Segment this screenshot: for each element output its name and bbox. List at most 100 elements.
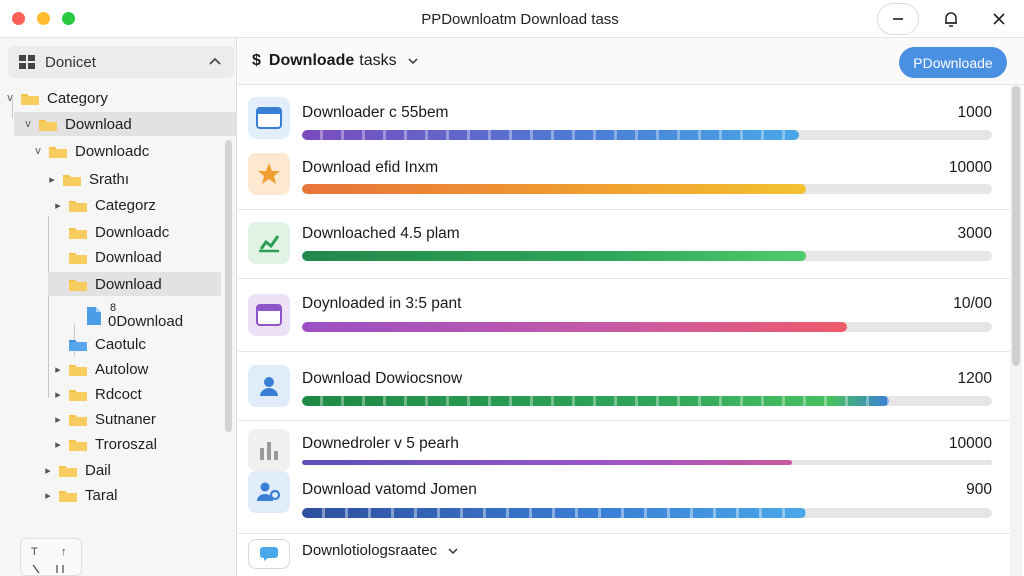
star-icon: [248, 153, 290, 195]
tree-item-label: Dail: [85, 461, 111, 479]
task-row[interactable]: Doynloaded in 3:5 pant 10/00: [238, 279, 1010, 351]
folder-icon: [69, 227, 87, 239]
sidebar-scrollbar[interactable]: [225, 140, 232, 432]
tree-item-srathi[interactable]: ▸ Srathı: [46, 167, 129, 191]
task-name: Download Dowiocsnow: [302, 370, 463, 387]
tree-item-label: 0Download: [108, 313, 184, 330]
task-row[interactable]: Downloached 4.5 plam 3000: [238, 210, 1010, 278]
progress-fill: [302, 184, 806, 194]
task-row[interactable]: Download Dowiocsnow 1200: [238, 352, 1010, 420]
tree-item-sutnaner[interactable]: ▸ Sutnaner: [52, 407, 156, 431]
sidebar: Donicet v Category v Download v Download…: [0, 38, 237, 576]
chevron-up-icon: [209, 57, 221, 65]
tree-item-downloadc-2[interactable]: Downloadc: [52, 220, 169, 244]
folder-icon: [69, 439, 87, 451]
tree-item-label: Categorz: [95, 196, 156, 214]
progress-bar: [302, 130, 992, 140]
task-name: Downloached 4.5 plam: [302, 225, 460, 242]
close-button[interactable]: [984, 4, 1014, 34]
tree-item-autolow[interactable]: ▸ Autolow: [52, 357, 148, 381]
folder-icon: [69, 252, 87, 264]
expand-toggle[interactable]: ▸: [46, 173, 58, 186]
tree-item-troroszal[interactable]: ▸ Troroszal: [52, 432, 157, 456]
tree-item-taral[interactable]: ▸ Taral: [42, 483, 118, 507]
chevron-down-icon: [408, 58, 418, 65]
browser-icon: [248, 294, 290, 336]
expand-toggle[interactable]: v: [32, 145, 44, 157]
progress-fill: [302, 460, 792, 465]
main-panel: $ Downloade tasks PDownloade Downloader …: [238, 38, 1024, 576]
close-icon: [993, 13, 1005, 25]
notifications-button[interactable]: [936, 4, 966, 34]
task-count: 10000: [948, 435, 992, 452]
tree-item-rdcoct[interactable]: ▸ Rdcoct: [52, 382, 142, 406]
task-row[interactable]: Download efid Inxm 10000: [238, 148, 1010, 208]
tree-item-label: Downloadc: [95, 223, 170, 241]
expand-toggle[interactable]: ▸: [52, 413, 64, 426]
tree-item-label: Downloadc: [75, 142, 150, 160]
dollar-icon: $: [252, 52, 261, 69]
tree-item-label: Srathı: [89, 170, 130, 188]
task-name: Downedroler v 5 pearh: [302, 435, 459, 452]
progress-bar: [302, 184, 992, 194]
folder-icon: [69, 414, 87, 426]
sidebar-header[interactable]: Donicet: [8, 46, 234, 78]
tree-item-label: Autolow: [95, 360, 149, 378]
tree-item-label: Category: [47, 89, 108, 107]
task-count: 3000: [957, 225, 992, 242]
folder-icon: [69, 389, 87, 401]
tree-item-dail[interactable]: ▸ Dail: [42, 458, 111, 482]
tasks-title-rest: tasks: [359, 52, 397, 69]
folder-icon: [49, 146, 67, 158]
task-count: 10/00: [953, 295, 992, 312]
folder-icon: [69, 279, 87, 291]
sidebar-header-label: Donicet: [45, 53, 96, 71]
minimize-button[interactable]: [877, 3, 919, 35]
tree-item-download-2[interactable]: Download: [52, 245, 162, 269]
expand-toggle[interactable]: ▸: [52, 388, 64, 401]
folder-blue-icon: [69, 339, 87, 351]
tree-item-label: Rdcoct: [95, 385, 142, 403]
window-icon: [248, 97, 290, 139]
download-button[interactable]: PDownloade: [899, 47, 1007, 78]
sidebar-mini-toolbar[interactable]: T ↑: [20, 538, 82, 576]
tasks-title-bold: Downloade: [268, 52, 355, 69]
user-icon: [248, 365, 290, 407]
expand-toggle[interactable]: ▸: [52, 199, 64, 212]
task-row[interactable]: Download vatomd Jomen 900: [238, 467, 1010, 527]
expand-toggle[interactable]: ▸: [42, 489, 54, 502]
progress-bar: [302, 396, 992, 406]
expand-toggle[interactable]: v: [4, 92, 16, 104]
expand-toggle[interactable]: v: [22, 118, 34, 130]
task-row[interactable]: Downedroler v 5 pearh 10000: [238, 421, 1010, 471]
tasks-dropdown[interactable]: $ Downloade tasks: [252, 52, 419, 70]
window-title: PPDownloatm Download tass: [421, 11, 619, 28]
footer-label: Downlotiologsraatec: [302, 542, 438, 559]
task-row[interactable]: Downloader c 55bem 1000: [238, 90, 1010, 148]
tree-item-label: Taral: [85, 486, 118, 504]
progress-fill: [302, 508, 806, 518]
footer-dropdown[interactable]: Downlotiologsraatec: [302, 542, 459, 559]
folder-icon: [63, 174, 81, 186]
task-name: Downloader c 55bem: [302, 104, 449, 121]
folder-icon: [59, 490, 77, 502]
expand-toggle[interactable]: ▸: [52, 438, 64, 451]
folder-icon: [59, 465, 77, 477]
tree-item-download-selected[interactable]: Download: [48, 272, 221, 296]
progress-bar: [302, 508, 992, 518]
main-scrollbar[interactable]: [1010, 86, 1022, 576]
expand-toggle[interactable]: ▸: [42, 464, 54, 477]
tree-item-label: Caotulc: [95, 335, 146, 353]
folder-icon: [21, 93, 39, 105]
tree-item-downloadc[interactable]: v Downloadc: [32, 139, 149, 163]
tree-item-categorz[interactable]: ▸ Categorz: [52, 193, 156, 217]
tree-item-file-download[interactable]: 8 0Download: [86, 299, 183, 333]
footer-row[interactable]: Downlotiologsraatec: [238, 535, 1010, 576]
tree-item-category[interactable]: v Category: [4, 86, 108, 110]
main-scrollbar-thumb[interactable]: [1012, 86, 1020, 366]
expand-toggle[interactable]: ▸: [52, 363, 64, 376]
progress-fill: [302, 251, 806, 261]
title-bar: PPDownloatm Download tass: [0, 0, 1024, 38]
tree-item-download[interactable]: v Download: [14, 112, 236, 136]
tree-item-caotulc[interactable]: Caotulc: [52, 332, 146, 356]
